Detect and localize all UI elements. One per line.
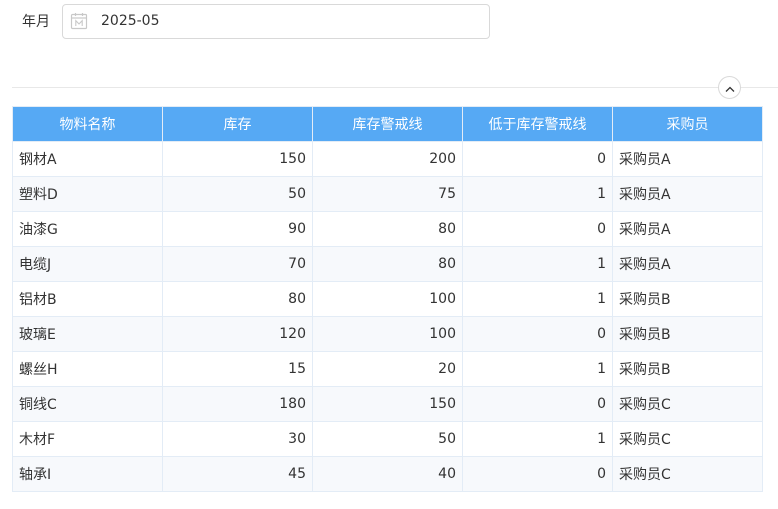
cell-below-threshold: 0 xyxy=(462,386,613,422)
column-header-below-threshold[interactable]: 低于库存警戒线 xyxy=(462,106,613,142)
table-row: 电缆J 70 80 1 采购员A xyxy=(12,246,763,282)
table-row: 玻璃E 120 100 0 采购员B xyxy=(12,316,763,352)
cell-stock-threshold: 40 xyxy=(312,456,463,492)
cell-below-threshold: 1 xyxy=(462,421,613,457)
cell-material-name: 塑料D xyxy=(12,176,163,212)
cell-material-name: 木材F xyxy=(12,421,163,457)
cell-material-name: 钢材A xyxy=(12,141,163,177)
cell-stock: 70 xyxy=(162,246,313,282)
cell-below-threshold: 0 xyxy=(462,456,613,492)
cell-stock-threshold: 20 xyxy=(312,351,463,387)
cell-stock-threshold: 80 xyxy=(312,211,463,247)
column-header-stock-threshold[interactable]: 库存警戒线 xyxy=(312,106,463,142)
year-month-value: 2025-05 xyxy=(101,13,160,29)
cell-stock-threshold: 50 xyxy=(312,421,463,457)
cell-stock-threshold: 200 xyxy=(312,141,463,177)
cell-buyer: 采购员A xyxy=(612,176,763,212)
column-header-buyer[interactable]: 采购员 xyxy=(612,106,763,142)
cell-material-name: 玻璃E xyxy=(12,316,163,352)
cell-stock-threshold: 80 xyxy=(312,246,463,282)
cell-stock: 90 xyxy=(162,211,313,247)
cell-stock: 120 xyxy=(162,316,313,352)
filter-bar: 年月 2025-05 xyxy=(0,0,778,44)
cell-stock: 80 xyxy=(162,281,313,317)
cell-below-threshold: 0 xyxy=(462,316,613,352)
table-row: 塑料D 50 75 1 采购员A xyxy=(12,176,763,212)
cell-material-name: 铜线C xyxy=(12,386,163,422)
calendar-icon xyxy=(70,12,88,30)
cell-material-name: 油漆G xyxy=(12,211,163,247)
cell-material-name: 螺丝H xyxy=(12,351,163,387)
table-row: 钢材A 150 200 0 采购员A xyxy=(12,141,763,177)
cell-material-name: 电缆J xyxy=(12,246,163,282)
cell-stock: 150 xyxy=(162,141,313,177)
cell-material-name: 铝材B xyxy=(12,281,163,317)
table-header-row: 物料名称 库存 库存警戒线 低于库存警戒线 采购员 xyxy=(12,106,763,142)
table-row: 铝材B 80 100 1 采购员B xyxy=(12,281,763,317)
table-row: 铜线C 180 150 0 采购员C xyxy=(12,386,763,422)
year-month-label: 年月 xyxy=(22,14,50,30)
cell-below-threshold: 0 xyxy=(462,211,613,247)
cell-stock-threshold: 75 xyxy=(312,176,463,212)
divider xyxy=(12,87,778,88)
cell-stock: 180 xyxy=(162,386,313,422)
cell-stock: 15 xyxy=(162,351,313,387)
cell-buyer: 采购员C xyxy=(612,421,763,457)
cell-buyer: 采购员A xyxy=(612,141,763,177)
cell-stock-threshold: 100 xyxy=(312,316,463,352)
cell-stock-threshold: 100 xyxy=(312,281,463,317)
cell-stock: 30 xyxy=(162,421,313,457)
cell-buyer: 采购员B xyxy=(612,316,763,352)
collapse-button[interactable] xyxy=(718,76,741,99)
cell-below-threshold: 1 xyxy=(462,176,613,212)
column-header-stock[interactable]: 库存 xyxy=(162,106,313,142)
cell-stock-threshold: 150 xyxy=(312,386,463,422)
chevron-up-icon xyxy=(725,78,735,97)
cell-buyer: 采购员A xyxy=(612,246,763,282)
year-month-picker[interactable]: 2025-05 xyxy=(62,4,490,39)
cell-below-threshold: 1 xyxy=(462,281,613,317)
cell-below-threshold: 1 xyxy=(462,246,613,282)
cell-buyer: 采购员A xyxy=(612,211,763,247)
table-row: 轴承I 45 40 0 采购员C xyxy=(12,456,763,492)
inventory-table: 物料名称 库存 库存警戒线 低于库存警戒线 采购员 钢材A 150 200 0 … xyxy=(12,106,763,492)
table-row: 螺丝H 15 20 1 采购员B xyxy=(12,351,763,387)
cell-material-name: 轴承I xyxy=(12,456,163,492)
column-header-material-name[interactable]: 物料名称 xyxy=(12,106,163,142)
cell-below-threshold: 1 xyxy=(462,351,613,387)
cell-buyer: 采购员B xyxy=(612,351,763,387)
cell-buyer: 采购员B xyxy=(612,281,763,317)
cell-below-threshold: 0 xyxy=(462,141,613,177)
table-row: 油漆G 90 80 0 采购员A xyxy=(12,211,763,247)
cell-stock: 45 xyxy=(162,456,313,492)
cell-stock: 50 xyxy=(162,176,313,212)
table-row: 木材F 30 50 1 采购员C xyxy=(12,421,763,457)
cell-buyer: 采购员C xyxy=(612,386,763,422)
cell-buyer: 采购员C xyxy=(612,456,763,492)
